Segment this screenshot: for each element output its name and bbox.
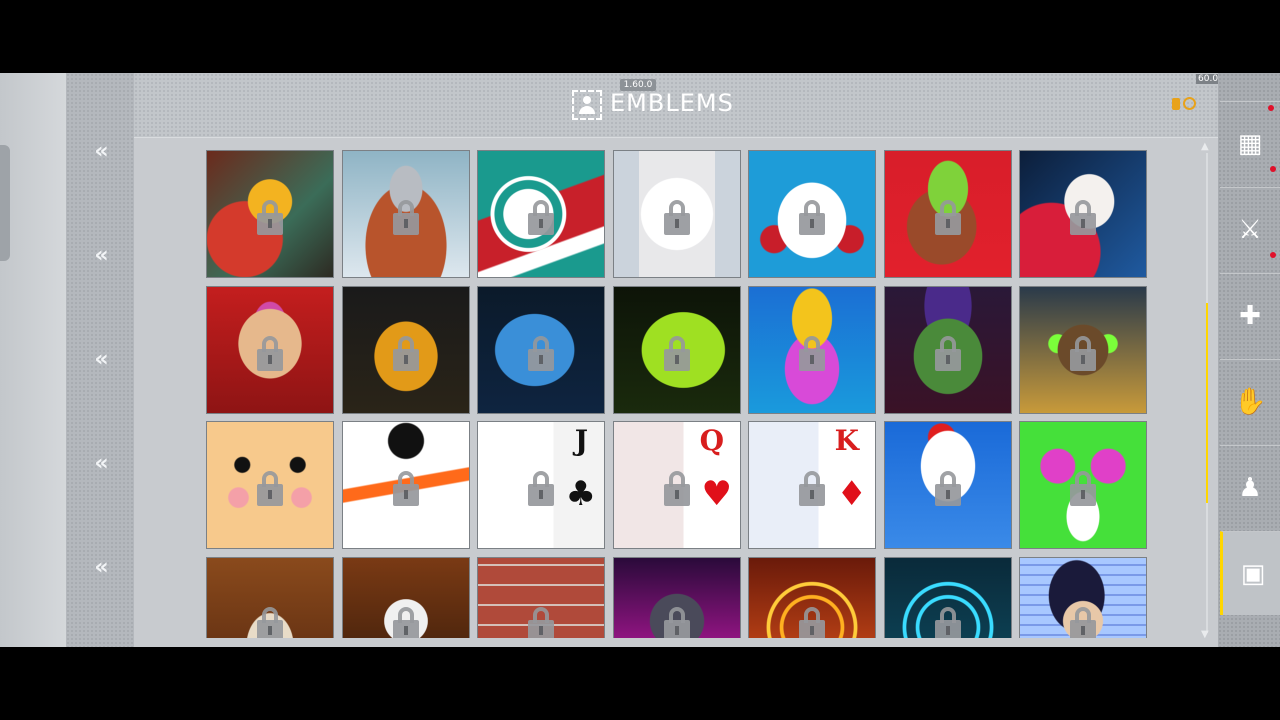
rail-button-character[interactable]: ♟ [1220, 445, 1280, 529]
emblem-tile-brick-wall-face[interactable] [477, 557, 605, 638]
card-letter: J [574, 424, 588, 457]
lock-icon [393, 200, 419, 236]
emblem-tile-helmet-soldier[interactable] [342, 557, 470, 638]
gloves-icon: ✋ [1234, 387, 1267, 417]
emblem-tile-cool-llama[interactable] [206, 286, 334, 414]
scroll-down-icon[interactable]: ▼ [1201, 629, 1209, 640]
emblem-tile-pharaoh[interactable] [1019, 286, 1147, 414]
emblem-tile-thinking-gorilla[interactable] [342, 286, 470, 414]
notification-dot [1268, 105, 1274, 111]
emblem-tile-jack-of-clubs[interactable]: J ♣ [477, 421, 605, 549]
lock-icon [935, 336, 961, 372]
emblem-tile-kitsune-fox-mask[interactable] [748, 150, 876, 278]
lock-icon [1070, 200, 1096, 236]
rail-button-weapon-skin[interactable]: ⚔ [1220, 166, 1280, 271]
card-suit-icon: ♥ [701, 474, 732, 514]
lock-icon [393, 336, 419, 372]
emblem-tile-queen-of-hearts[interactable]: Q ♥ [613, 421, 741, 549]
emblem-tile-crowned-skull[interactable] [748, 286, 876, 414]
chevron-left-icon[interactable]: « [66, 139, 134, 164]
lock-icon [257, 471, 283, 507]
lock-icon [528, 336, 554, 372]
lock-icon [799, 607, 825, 638]
emblems-panel: 1.60.0 EMBLEMS 60.0 J ♣ Q ♥ K ♦ ▲ ▼ [134, 73, 1221, 647]
lock-icon [1070, 607, 1096, 638]
rail-button-inventory-crate[interactable]: ▦ [1220, 101, 1280, 185]
emblem-profile-icon: ▣ [1240, 559, 1266, 589]
card-suit-icon: ♣ [565, 474, 596, 514]
lock-icon [664, 200, 690, 236]
lock-icon [799, 471, 825, 507]
emblem-tile-sunglasses-guy[interactable] [1019, 557, 1147, 638]
emblem-tile-neon-warrior[interactable] [613, 557, 741, 638]
emblem-tile-cyan-magic-circle[interactable] [884, 557, 1012, 638]
emblem-tile-rooster[interactable] [884, 421, 1012, 549]
rail-button-emblem-profile[interactable]: ▣ [1220, 531, 1280, 615]
emblem-tile-geisha-fan[interactable] [1019, 150, 1147, 278]
rail-button-gun[interactable]: ✚ [1220, 252, 1280, 357]
chevron-left-icon[interactable]: « [66, 243, 134, 268]
emblem-tile-kabuki-mask[interactable] [613, 150, 741, 278]
lock-icon [257, 336, 283, 372]
emblem-tile-green-zombie-hand[interactable] [613, 286, 741, 414]
scrollbar-thumb[interactable] [1206, 303, 1208, 503]
lock-icon [1070, 336, 1096, 372]
lock-icon [799, 200, 825, 236]
lock-icon [528, 471, 554, 507]
lock-icon [664, 471, 690, 507]
emblem-tile-high-top-sneaker[interactable] [477, 150, 605, 278]
notification-dot [1270, 166, 1276, 172]
scroll-up-icon[interactable]: ▲ [1201, 141, 1209, 152]
card-suit-icon: ♦ [836, 474, 867, 514]
emblems-screen: « « « « « 1.60.0 EMBLEMS 60.0 J ♣ Q ♥ K ♦ ▲ ▼… [0, 73, 1280, 647]
lock-icon [393, 471, 419, 507]
left-rail: « « « « « [66, 73, 134, 647]
emblem-tile-hypno-monster[interactable] [1019, 421, 1147, 549]
right-rail: ▦ ⚔ ✚ ✋ ♟ ▣ [1218, 73, 1280, 647]
emblem-tile-snake-treasure-jar[interactable] [206, 150, 334, 278]
emblem-tile-king-of-diamonds[interactable]: K ♦ [748, 421, 876, 549]
gun-icon: ✚ [1239, 301, 1261, 331]
lock-icon [1070, 471, 1096, 507]
emblem-tile-hooded-figure[interactable] [206, 557, 334, 638]
lock-icon [935, 607, 961, 638]
header: 1.60.0 EMBLEMS 60.0 [134, 73, 1221, 138]
emblem-tile-snowman-face[interactable] [342, 421, 470, 549]
lock-icon [528, 200, 554, 236]
emblem-grid: J ♣ Q ♥ K ♦ [206, 150, 1150, 638]
emblem-tile-frankenstein[interactable] [884, 286, 1012, 414]
emblem-tile-viking-warrior[interactable] [342, 150, 470, 278]
card-letter: Q [699, 424, 724, 457]
lock-icon [257, 200, 283, 236]
lock-icon [664, 607, 690, 638]
background-panel [0, 73, 66, 647]
emblem-tile-bandana-platypus[interactable] [884, 150, 1012, 278]
chevron-left-icon[interactable]: « [66, 347, 134, 372]
gold-coin-icon [1170, 97, 1198, 111]
card-letter: K [834, 424, 859, 457]
profile-frame-icon [572, 90, 602, 120]
lock-icon [799, 336, 825, 372]
chevron-left-icon[interactable]: « [66, 555, 134, 580]
lock-icon [664, 336, 690, 372]
chevron-left-icon[interactable]: « [66, 451, 134, 476]
inventory-crate-icon: ▦ [1237, 129, 1263, 159]
side-tab[interactable] [0, 145, 10, 261]
emblem-tile-fire-rune-circle[interactable] [748, 557, 876, 638]
fps-counter: 60.0 [1196, 74, 1221, 84]
character-icon: ♟ [1238, 473, 1262, 503]
page-title: EMBLEMS [610, 89, 734, 117]
emblem-tile-blue-ape[interactable] [477, 286, 605, 414]
emblem-tile-cute-blob[interactable] [206, 421, 334, 549]
lock-icon [935, 200, 961, 236]
lock-icon [528, 607, 554, 638]
lock-icon [393, 607, 419, 638]
lock-icon [257, 607, 283, 638]
notification-dot [1270, 252, 1276, 258]
lock-icon [935, 471, 961, 507]
weapon-skin-icon: ⚔ [1238, 215, 1262, 245]
rail-button-gloves[interactable]: ✋ [1220, 359, 1280, 443]
